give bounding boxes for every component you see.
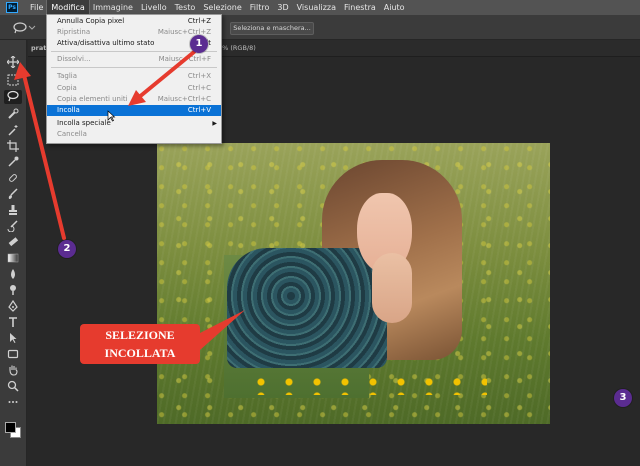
rectangle-tool-icon[interactable] [4,348,22,362]
marquee-tool-icon[interactable] [4,74,22,88]
menu-visualizza[interactable]: Visualizza [293,0,340,15]
menu-immagine[interactable]: Immagine [89,0,137,15]
dodge-tool-icon[interactable] [4,284,22,298]
healing-brush-tool-icon[interactable] [4,172,22,186]
path-selection-tool-icon[interactable] [4,332,22,346]
menu-separator [51,51,217,52]
menu-item-label: Copia elementi uniti [57,95,128,103]
menu-item-cancella[interactable]: Cancella [47,129,221,140]
woman-hand [372,253,412,323]
menu-item-shortcut: Ctrl+V [187,106,211,114]
tools-panel [0,40,27,466]
menu-item-taglia[interactable]: Taglia Ctrl+X [47,71,221,82]
menu-item-label: Annulla Copia pixel [57,17,125,25]
photoshop-logo-icon: Ps [6,2,18,13]
move-tool-icon[interactable] [4,55,22,70]
menu-item-label: Attiva/disattiva ultimo stato [57,39,155,47]
menu-separator [51,67,217,68]
menu-item-label: Dissolvi... [57,55,91,63]
mouse-pointer-icon [107,110,116,122]
callout-line-1: SELEZIONE [105,328,175,342]
woman-body [227,248,387,368]
zoom-tool-icon[interactable] [4,380,22,394]
menu-bar: Ps File Modifica Immagine Livello Testo … [0,0,640,16]
menu-item-shortcut: Ctrl+X [187,72,211,80]
step-badge-3: 3 [614,389,632,407]
step-badge-1: 1 [190,35,208,53]
menu-item-label: Incolla speciale [57,119,111,127]
select-and-mask-button[interactable]: Seleziona e maschera... [230,22,314,35]
menu-aiuto[interactable]: Aiuto [380,0,409,15]
menu-filtro[interactable]: Filtro [246,0,274,15]
menu-item-shortcut: Maiusc+Ctrl+F [158,55,211,63]
menu-item-incolla[interactable]: Incolla Ctrl+V [47,105,221,116]
foreground-color-swatch[interactable] [5,422,16,433]
crop-tool-icon[interactable] [4,140,22,154]
clone-stamp-tool-icon[interactable] [4,204,22,218]
menu-item-dissolvi[interactable]: Dissolvi... Maiusc+Ctrl+F [47,54,221,65]
menu-livello[interactable]: Livello [137,0,171,15]
menu-item-label: Ripristina [57,28,91,36]
menu-modifica[interactable]: Modifica [46,0,90,16]
pen-tool-icon[interactable] [4,299,22,314]
edit-dropdown-menu: Annulla Copia pixel Ctrl+Z Ripristina Ma… [46,14,222,144]
history-brush-tool-icon[interactable] [4,220,22,234]
menu-testo[interactable]: Testo [171,0,200,15]
document-tab-info: 0% (RGB/8) [218,44,256,52]
submenu-arrow-icon: ▶ [212,120,217,127]
document-canvas[interactable] [157,143,550,424]
document-tab[interactable]: prat [31,44,46,52]
eraser-tool-icon[interactable] [4,236,22,250]
menu-item-annulla[interactable]: Annulla Copia pixel Ctrl+Z [47,16,221,27]
type-tool-icon[interactable] [4,316,22,330]
pasted-selection-callout: SELEZIONE INCOLLATA [80,324,200,364]
menu-item-shortcut: Ctrl+C [187,84,211,92]
menu-item-label: Incolla [57,106,80,114]
hand-tool-icon[interactable] [4,364,22,378]
more-tools-icon[interactable] [4,396,22,410]
magic-wand-tool-icon[interactable] [4,124,22,138]
menu-selezione[interactable]: Selezione [199,0,245,15]
menu-item-label: Copia [57,84,77,92]
quick-selection-tool-icon[interactable] [4,108,22,122]
menu-item-copia-elementi-uniti[interactable]: Copia elementi uniti Maiusc+Ctrl+C [47,94,221,105]
lasso-tool-icon[interactable] [4,90,22,104]
menu-item-copia[interactable]: Copia Ctrl+C [47,83,221,94]
menu-file[interactable]: File [26,0,47,15]
menu-item-label: Cancella [57,130,87,138]
menu-item-incolla-speciale[interactable]: Incolla speciale ▶ [47,118,221,129]
menu-3d[interactable]: 3D [273,0,292,15]
brush-tool-icon[interactable] [4,188,22,202]
step-badge-2: 2 [58,240,76,258]
menu-finestra[interactable]: Finestra [340,0,380,15]
menu-item-shortcut: Ctrl+Z [187,17,211,25]
eyedropper-tool-icon[interactable] [4,156,22,170]
callout-line-2: INCOLLATA [104,346,176,360]
lasso-tool-preset-icon[interactable] [12,21,36,35]
blur-tool-icon[interactable] [4,268,22,282]
menu-item-label: Taglia [57,72,78,80]
photoshop-window: Ps File Modifica Immagine Livello Testo … [0,0,640,466]
menu-item-shortcut: Maiusc+Ctrl+C [157,95,211,103]
gradient-tool-icon[interactable] [4,252,22,266]
flowers-foreground [247,375,487,395]
